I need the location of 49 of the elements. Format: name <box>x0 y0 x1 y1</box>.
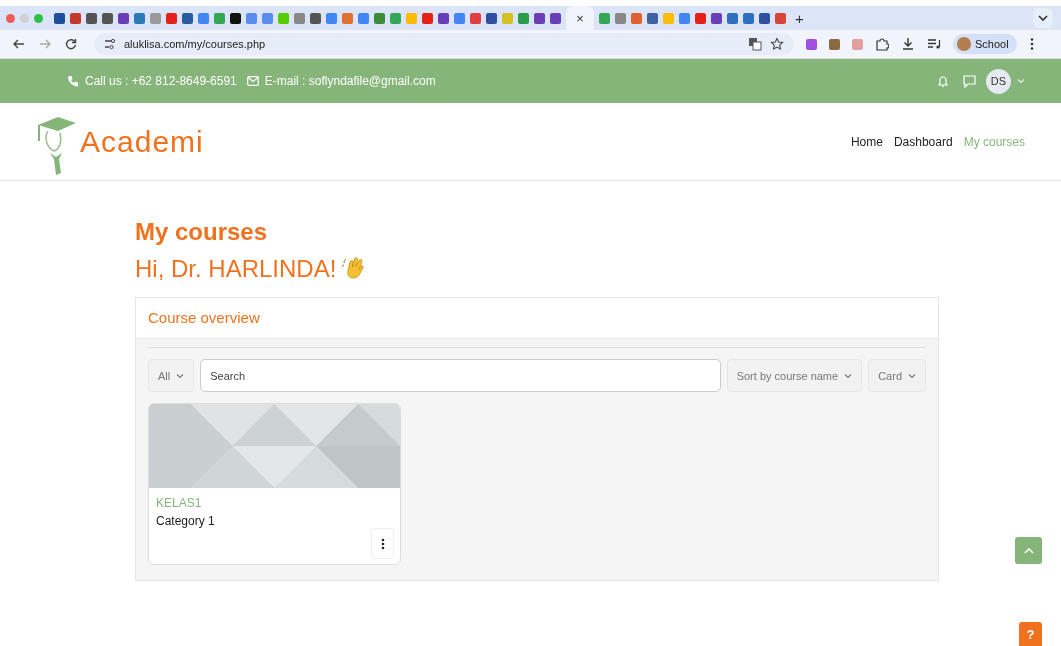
panel-title: Course overview <box>136 298 938 339</box>
chevron-down-icon <box>908 372 916 379</box>
chevron-down-icon[interactable] <box>1033 8 1053 28</box>
filter-dropdown[interactable]: All <box>148 359 195 392</box>
course-category: Category 1 <box>156 514 216 528</box>
kebab-menu-icon <box>380 537 385 550</box>
media-queue-icon[interactable] <box>927 37 941 51</box>
close-window-button[interactable] <box>6 13 15 23</box>
tab-favicon-icon[interactable] <box>230 12 241 24</box>
extension-icon[interactable] <box>806 38 817 50</box>
search-field[interactable]: Search <box>200 359 721 392</box>
extension-icon[interactable] <box>829 38 840 50</box>
bell-icon[interactable] <box>937 74 949 88</box>
tab-favicon-icon[interactable] <box>486 12 497 24</box>
nav-link[interactable]: Home <box>850 134 883 149</box>
nav-link[interactable]: Dashboard <box>893 134 953 149</box>
extension-icon[interactable] <box>852 38 863 50</box>
back-icon[interactable] <box>12 37 26 51</box>
chevron-up-icon <box>1023 547 1034 554</box>
download-icon[interactable] <box>901 37 915 51</box>
graduate-logo-icon <box>36 114 78 175</box>
chat-icon[interactable] <box>963 74 976 88</box>
chevron-down-icon <box>844 372 853 379</box>
scroll-to-top-button[interactable] <box>1015 537 1042 564</box>
maximize-window-button[interactable] <box>34 13 43 23</box>
tab-favicon-icon[interactable] <box>759 12 770 24</box>
chevron-down-icon <box>176 372 185 379</box>
url-text: aluklisa.com/my/courses.php <box>124 38 266 50</box>
view-dropdown[interactable]: Card <box>868 359 926 392</box>
tab-favicon-icon[interactable] <box>54 12 65 24</box>
profile-button[interactable]: School <box>953 34 1017 54</box>
page-title: My courses <box>135 217 269 247</box>
phone-icon <box>67 75 79 87</box>
close-tab-button[interactable]: × <box>576 11 584 25</box>
new-tab-button[interactable]: + <box>795 10 804 26</box>
phone-text: Call us : +62 812-8649-6591 <box>85 74 237 88</box>
reload-icon[interactable] <box>64 37 78 51</box>
mail-icon <box>246 76 259 86</box>
address-bar[interactable]: aluklisa.com/my/courses.php <box>94 33 794 55</box>
puzzle-icon[interactable] <box>875 37 889 51</box>
greeting-text: Hi, Dr. HARLINDA! <box>135 255 337 283</box>
forward-icon[interactable] <box>38 37 52 51</box>
translate-icon[interactable] <box>748 37 762 51</box>
user-avatar[interactable]: DS <box>986 68 1011 94</box>
more-icon[interactable] <box>1028 37 1035 51</box>
sort-dropdown[interactable]: Sort by course name <box>726 359 863 392</box>
email-text: E-mail : soflyndafile@gmail.com <box>264 74 436 88</box>
site-settings-icon[interactable] <box>104 38 116 50</box>
star-icon[interactable] <box>770 37 784 51</box>
